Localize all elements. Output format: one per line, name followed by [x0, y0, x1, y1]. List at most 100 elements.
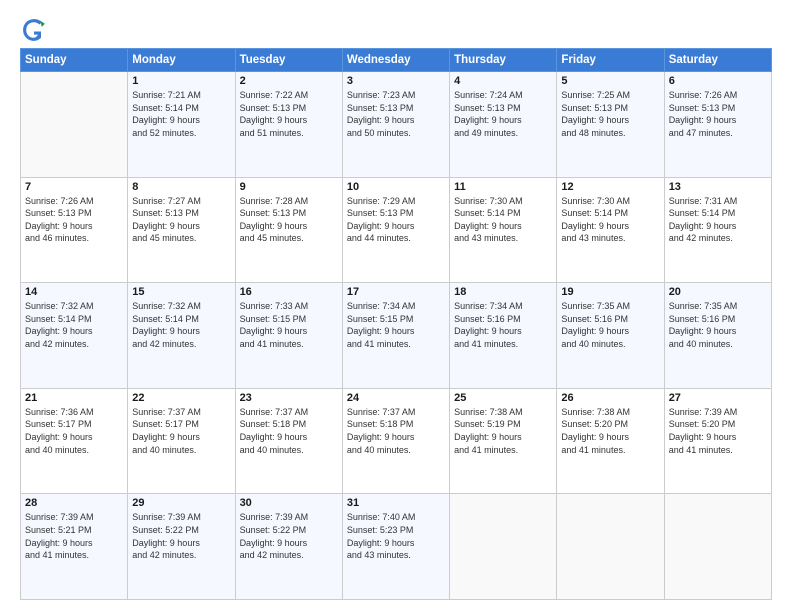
calendar-cell: 26Sunrise: 7:38 AM Sunset: 5:20 PM Dayli… [557, 388, 664, 494]
calendar-cell: 13 Sunrise: 7:31 AM Sunset: 5:14 PM Dayli… [664, 177, 771, 283]
day-number: 31 [347, 497, 445, 509]
day-info: Sunrise: 7:31 AM Sunset: 5:14 PM Dayligh… [669, 195, 767, 245]
day-number: 27 [669, 392, 767, 404]
day-info: Sunrise: 7:39 AM Sunset: 5:20 PM Dayligh… [669, 406, 767, 456]
day-number: 17 [347, 286, 445, 298]
calendar-cell: 23 Sunrise: 7:37 AM Sunset: 5:18 PM Dayli… [235, 388, 342, 494]
day-info: Sunrise: 7:26 AM Sunset: 5:13 PM Dayligh… [25, 195, 123, 245]
calendar-cell: 10Sunrise: 7:29 AM Sunset: 5:13 PM Dayli… [342, 177, 449, 283]
day-info: Sunrise: 7:36 AM Sunset: 5:17 PM Dayligh… [25, 406, 123, 456]
day-number: 15 [132, 286, 230, 298]
calendar-cell: 30Sunrise: 7:39 AM Sunset: 5:22 PM Dayli… [235, 494, 342, 600]
calendar-cell: 2 Sunrise: 7:22 AM Sunset: 5:13 PM Daylig… [235, 72, 342, 178]
weekday-header-monday: Monday [128, 49, 235, 72]
calendar-cell: 17 Sunrise: 7:34 AM Sunset: 5:15 PM Dayli… [342, 283, 449, 389]
calendar-cell: 9 Sunrise: 7:28 AM Sunset: 5:13 PM Daylig… [235, 177, 342, 283]
day-info: Sunrise: 7:35 AM Sunset: 5:16 PM Dayligh… [561, 300, 659, 350]
calendar-week-2: 7Sunrise: 7:26 AM Sunset: 5:13 PM Daylig… [21, 177, 772, 283]
day-info: Sunrise: 7:33 AM Sunset: 5:15 PM Dayligh… [240, 300, 338, 350]
day-number: 26 [561, 392, 659, 404]
calendar-cell [664, 494, 771, 600]
day-number: 25 [454, 392, 552, 404]
day-number: 1 [132, 75, 230, 87]
day-number: 8 [132, 181, 230, 193]
day-number: 21 [25, 392, 123, 404]
day-number: 6 [669, 75, 767, 87]
day-number: 28 [25, 497, 123, 509]
calendar-cell [450, 494, 557, 600]
calendar-cell: 14Sunrise: 7:32 AM Sunset: 5:14 PM Dayli… [21, 283, 128, 389]
day-info: Sunrise: 7:26 AM Sunset: 5:13 PM Dayligh… [669, 89, 767, 139]
calendar-body: 1 Sunrise: 7:21 AM Sunset: 5:14 PM Daylig… [21, 72, 772, 600]
calendar-week-1: 1 Sunrise: 7:21 AM Sunset: 5:14 PM Daylig… [21, 72, 772, 178]
calendar-header: SundayMondayTuesdayWednesdayThursdayFrid… [21, 49, 772, 72]
calendar-week-5: 28 Sunrise: 7:39 AM Sunset: 5:21 PM Dayli… [21, 494, 772, 600]
weekday-header-tuesday: Tuesday [235, 49, 342, 72]
calendar-cell: 29 Sunrise: 7:39 AM Sunset: 5:22 PM Dayli… [128, 494, 235, 600]
day-info: Sunrise: 7:34 AM Sunset: 5:16 PM Dayligh… [454, 300, 552, 350]
day-number: 4 [454, 75, 552, 87]
calendar-cell: 28 Sunrise: 7:39 AM Sunset: 5:21 PM Dayli… [21, 494, 128, 600]
calendar-cell [557, 494, 664, 600]
day-info: Sunrise: 7:23 AM Sunset: 5:13 PM Dayligh… [347, 89, 445, 139]
day-number: 16 [240, 286, 338, 298]
day-info: Sunrise: 7:35 AM Sunset: 5:16 PM Dayligh… [669, 300, 767, 350]
calendar-cell: 1 Sunrise: 7:21 AM Sunset: 5:14 PM Daylig… [128, 72, 235, 178]
day-info: Sunrise: 7:37 AM Sunset: 5:18 PM Dayligh… [240, 406, 338, 456]
calendar-cell: 27 Sunrise: 7:39 AM Sunset: 5:20 PM Dayli… [664, 388, 771, 494]
day-number: 23 [240, 392, 338, 404]
day-number: 19 [561, 286, 659, 298]
day-number: 30 [240, 497, 338, 509]
calendar-cell: 6 Sunrise: 7:26 AM Sunset: 5:13 PM Daylig… [664, 72, 771, 178]
day-info: Sunrise: 7:22 AM Sunset: 5:13 PM Dayligh… [240, 89, 338, 139]
day-info: Sunrise: 7:27 AM Sunset: 5:13 PM Dayligh… [132, 195, 230, 245]
day-number: 11 [454, 181, 552, 193]
day-number: 22 [132, 392, 230, 404]
calendar-cell: 11 Sunrise: 7:30 AM Sunset: 5:14 PM Dayli… [450, 177, 557, 283]
weekday-header-saturday: Saturday [664, 49, 771, 72]
weekday-header-row: SundayMondayTuesdayWednesdayThursdayFrid… [21, 49, 772, 72]
day-info: Sunrise: 7:39 AM Sunset: 5:22 PM Dayligh… [132, 511, 230, 561]
weekday-header-wednesday: Wednesday [342, 49, 449, 72]
logo [20, 16, 52, 44]
calendar-cell: 19 Sunrise: 7:35 AM Sunset: 5:16 PM Dayli… [557, 283, 664, 389]
day-info: Sunrise: 7:25 AM Sunset: 5:13 PM Dayligh… [561, 89, 659, 139]
day-info: Sunrise: 7:37 AM Sunset: 5:17 PM Dayligh… [132, 406, 230, 456]
calendar-cell: 20 Sunrise: 7:35 AM Sunset: 5:16 PM Dayli… [664, 283, 771, 389]
logo-icon [20, 16, 48, 44]
day-number: 18 [454, 286, 552, 298]
calendar-cell: 3 Sunrise: 7:23 AM Sunset: 5:13 PM Daylig… [342, 72, 449, 178]
day-number: 3 [347, 75, 445, 87]
day-info: Sunrise: 7:30 AM Sunset: 5:14 PM Dayligh… [561, 195, 659, 245]
day-number: 24 [347, 392, 445, 404]
day-info: Sunrise: 7:39 AM Sunset: 5:21 PM Dayligh… [25, 511, 123, 561]
calendar-cell: 31 Sunrise: 7:40 AM Sunset: 5:23 PM Dayli… [342, 494, 449, 600]
page: SundayMondayTuesdayWednesdayThursdayFrid… [0, 0, 792, 612]
day-number: 10 [347, 181, 445, 193]
day-info: Sunrise: 7:34 AM Sunset: 5:15 PM Dayligh… [347, 300, 445, 350]
calendar-cell: 5Sunrise: 7:25 AM Sunset: 5:13 PM Daylig… [557, 72, 664, 178]
weekday-header-sunday: Sunday [21, 49, 128, 72]
day-info: Sunrise: 7:32 AM Sunset: 5:14 PM Dayligh… [132, 300, 230, 350]
day-number: 29 [132, 497, 230, 509]
day-info: Sunrise: 7:38 AM Sunset: 5:19 PM Dayligh… [454, 406, 552, 456]
day-number: 20 [669, 286, 767, 298]
calendar-cell: 18 Sunrise: 7:34 AM Sunset: 5:16 PM Dayli… [450, 283, 557, 389]
day-info: Sunrise: 7:21 AM Sunset: 5:14 PM Dayligh… [132, 89, 230, 139]
calendar-table: SundayMondayTuesdayWednesdayThursdayFrid… [20, 48, 772, 600]
calendar-cell: 24 Sunrise: 7:37 AM Sunset: 5:18 PM Dayli… [342, 388, 449, 494]
day-number: 13 [669, 181, 767, 193]
day-info: Sunrise: 7:40 AM Sunset: 5:23 PM Dayligh… [347, 511, 445, 561]
calendar-cell: 8 Sunrise: 7:27 AM Sunset: 5:13 PM Daylig… [128, 177, 235, 283]
calendar-cell: 7Sunrise: 7:26 AM Sunset: 5:13 PM Daylig… [21, 177, 128, 283]
weekday-header-friday: Friday [557, 49, 664, 72]
calendar-cell: 22 Sunrise: 7:37 AM Sunset: 5:17 PM Dayli… [128, 388, 235, 494]
calendar-cell [21, 72, 128, 178]
calendar-cell: 25 Sunrise: 7:38 AM Sunset: 5:19 PM Dayli… [450, 388, 557, 494]
day-number: 2 [240, 75, 338, 87]
day-number: 9 [240, 181, 338, 193]
day-info: Sunrise: 7:37 AM Sunset: 5:18 PM Dayligh… [347, 406, 445, 456]
day-info: Sunrise: 7:30 AM Sunset: 5:14 PM Dayligh… [454, 195, 552, 245]
calendar-cell: 21 Sunrise: 7:36 AM Sunset: 5:17 PM Dayli… [21, 388, 128, 494]
day-info: Sunrise: 7:28 AM Sunset: 5:13 PM Dayligh… [240, 195, 338, 245]
